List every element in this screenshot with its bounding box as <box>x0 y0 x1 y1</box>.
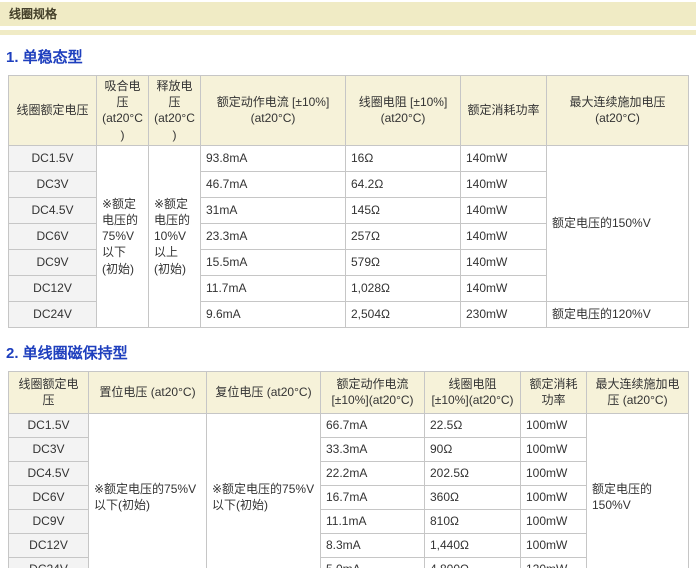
cell-power: 100mW <box>521 485 587 509</box>
table1-header-row: 线圈额定电压 吸合电压 (at20°C) 释放电压 (at20°C) 额定动作电… <box>9 76 689 146</box>
cell-power: 140mW <box>461 275 547 301</box>
monostable-spec-table: 线圈额定电压 吸合电压 (at20°C) 释放电压 (at20°C) 额定动作电… <box>8 75 689 328</box>
latching-spec-table: 线圈额定电压 置位电压 (at20°C) 复位电压 (at20°C) 额定动作电… <box>8 371 689 568</box>
cell-current: 11.7mA <box>201 275 346 301</box>
cell-voltage: DC6V <box>9 223 97 249</box>
cell-voltage: DC4.5V <box>9 461 89 485</box>
cell-resistance: 145Ω <box>346 197 461 223</box>
cell-voltage: DC24V <box>9 557 89 568</box>
cell-resistance: 360Ω <box>425 485 521 509</box>
cell-resistance: 22.5Ω <box>425 413 521 437</box>
col-header-pickup-voltage: 吸合电压 (at20°C) <box>97 76 149 146</box>
cell-power: 100mW <box>521 533 587 557</box>
col-header-coil-rated-voltage: 线圈额定电压 <box>9 76 97 146</box>
cell-current: 46.7mA <box>201 171 346 197</box>
cell-resistance: 202.5Ω <box>425 461 521 485</box>
cell-current: 66.7mA <box>321 413 425 437</box>
cell-voltage: DC9V <box>9 249 97 275</box>
cell-resistance: 90Ω <box>425 437 521 461</box>
cell-power: 140mW <box>461 249 547 275</box>
cell-voltage: DC4.5V <box>9 197 97 223</box>
cell-current: 93.8mA <box>201 145 346 171</box>
cell-current: 9.6mA <box>201 301 346 327</box>
col-header-coil-rated-voltage: 线圈额定电压 <box>9 371 89 413</box>
cell-voltage: DC12V <box>9 275 97 301</box>
cell-current: 15.5mA <box>201 249 346 275</box>
col-header-rated-current: 额定动作电流 [±10%] (at20°C) <box>201 76 346 146</box>
cell-voltage: DC3V <box>9 437 89 461</box>
cell-power: 230mW <box>461 301 547 327</box>
cell-power: 100mW <box>521 461 587 485</box>
col-header-max-voltage: 最大连续施加电压 (at20°C) <box>547 76 689 146</box>
cell-resistance: 4,800Ω <box>425 557 521 568</box>
col-header-rated-current: 额定动作电流 [±10%](at20°C) <box>321 371 425 413</box>
table2-title: 2. 单线圈磁保持型 <box>6 342 696 363</box>
cell-current: 11.1mA <box>321 509 425 533</box>
table-row: DC1.5V ※额定电压的75%V以下(初始) ※额定电压的75%V以下(初始)… <box>9 413 689 437</box>
col-header-rated-power: 额定消耗功率 <box>521 371 587 413</box>
cell-voltage: DC3V <box>9 171 97 197</box>
cell-set-note: ※额定电压的75%V以下(初始) <box>89 413 207 568</box>
cell-power: 140mW <box>461 223 547 249</box>
cell-resistance: 257Ω <box>346 223 461 249</box>
cell-pickup-note: ※额定电压的75%V以下 (初始) <box>97 145 149 327</box>
cell-max-voltage-120: 额定电压的120%V <box>547 301 689 327</box>
cell-power: 100mW <box>521 437 587 461</box>
cell-current: 33.3mA <box>321 437 425 461</box>
cell-power: 100mW <box>521 509 587 533</box>
cell-voltage: DC12V <box>9 533 89 557</box>
cell-current: 8.3mA <box>321 533 425 557</box>
cell-voltage: DC1.5V <box>9 145 97 171</box>
cell-power: 140mW <box>461 197 547 223</box>
cell-resistance: 16Ω <box>346 145 461 171</box>
cell-resistance: 810Ω <box>425 509 521 533</box>
table2-header-row: 线圈额定电压 置位电压 (at20°C) 复位电压 (at20°C) 额定动作电… <box>9 371 689 413</box>
col-header-max-voltage: 最大连续施加电压 (at20°C) <box>587 371 689 413</box>
cell-voltage: DC24V <box>9 301 97 327</box>
cell-resistance: 1,028Ω <box>346 275 461 301</box>
cell-power: 140mW <box>461 145 547 171</box>
col-header-coil-resistance: 线圈电阻 [±10%] (at20°C) <box>346 76 461 146</box>
cell-resistance: 2,504Ω <box>346 301 461 327</box>
cell-voltage: DC1.5V <box>9 413 89 437</box>
coil-spec-page: 线圈规格 1. 单稳态型 线圈额定电压 吸合电压 (at20°C) 释放电压 (… <box>0 0 696 568</box>
cell-current: 22.2mA <box>321 461 425 485</box>
cell-voltage: DC9V <box>9 509 89 533</box>
cell-resistance: 1,440Ω <box>425 533 521 557</box>
table-row: DC1.5V ※额定电压的75%V以下 (初始) ※额定电压的10%V以上 (初… <box>9 145 689 171</box>
col-header-release-voltage: 释放电压 (at20°C) <box>149 76 201 146</box>
cell-reset-note: ※额定电压的75%V以下(初始) <box>207 413 321 568</box>
col-header-set-voltage: 置位电压 (at20°C) <box>89 371 207 413</box>
cell-release-note: ※额定电压的10%V以上 (初始) <box>149 145 201 327</box>
cell-resistance: 64.2Ω <box>346 171 461 197</box>
cell-power: 140mW <box>461 171 547 197</box>
section-header-bar: 线圈规格 <box>0 2 696 26</box>
cell-max-voltage-150: 额定电压的150%V <box>587 413 689 568</box>
col-header-reset-voltage: 复位电压 (at20°C) <box>207 371 321 413</box>
section-header-title: 线圈规格 <box>9 7 57 21</box>
cell-current: 23.3mA <box>201 223 346 249</box>
cell-current: 31mA <box>201 197 346 223</box>
cell-power: 120mW <box>521 557 587 568</box>
col-header-coil-resistance: 线圈电阻 [±10%](at20°C) <box>425 371 521 413</box>
accent-divider <box>0 30 696 35</box>
cell-current: 16.7mA <box>321 485 425 509</box>
col-header-rated-power: 额定消耗功率 <box>461 76 547 146</box>
cell-resistance: 579Ω <box>346 249 461 275</box>
cell-power: 100mW <box>521 413 587 437</box>
table1-title: 1. 单稳态型 <box>6 46 696 67</box>
cell-voltage: DC6V <box>9 485 89 509</box>
cell-max-voltage-150: 额定电压的150%V <box>547 145 689 301</box>
cell-current: 5.0mA <box>321 557 425 568</box>
